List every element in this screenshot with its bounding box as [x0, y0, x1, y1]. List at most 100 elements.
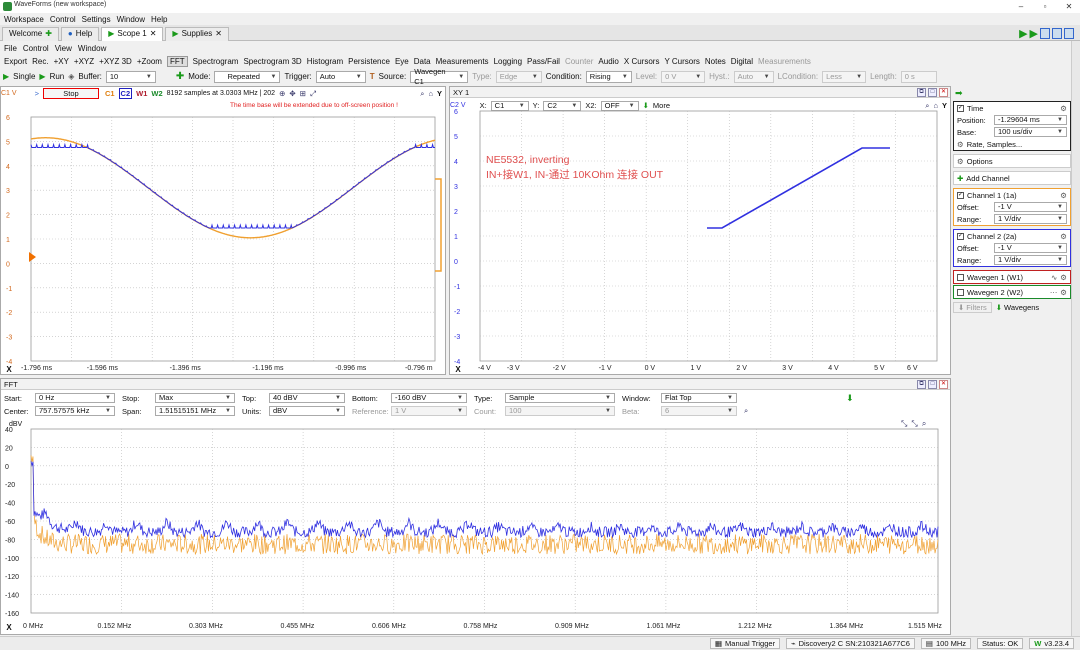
source-select[interactable]: Wavegen C1 ▼ [410, 67, 469, 86]
right-panel-arrow[interactable]: ➡ [955, 88, 963, 99]
close-button[interactable]: ✕ [1058, 0, 1080, 13]
settings-icon[interactable]: ⚙ [1060, 104, 1067, 113]
x-axis-button[interactable]: X [452, 365, 464, 374]
close-tab-icon[interactable]: ✕ [150, 27, 157, 41]
add-channel-section[interactable]: ✚ Add Channel [953, 171, 1071, 185]
data-button[interactable]: Data [414, 57, 431, 66]
menu-workspace[interactable]: Workspace [4, 15, 44, 24]
persistence-button[interactable]: Persistence [348, 57, 390, 66]
tab-welcome[interactable]: Welcome ✚ [2, 26, 59, 41]
measurements-button[interactable]: Measurements [436, 57, 489, 66]
settings-icon[interactable]: ⚙ [1060, 273, 1067, 282]
export-button[interactable]: Export [4, 57, 27, 66]
menu-control[interactable]: Control [50, 15, 76, 24]
fft-button[interactable]: FFT [166, 56, 188, 67]
run-all-icon[interactable]: ▶ [1019, 27, 1027, 40]
right-panel: ✓ Time ⚙ Position: -1.29604 ms ▼ Base: 100 us… [953, 101, 1071, 313]
audio-button[interactable]: Audio [598, 57, 618, 66]
menu-window[interactable]: Window [78, 44, 106, 53]
trigger-select[interactable]: Auto ▼ [315, 70, 366, 83]
buffer-input[interactable]: 10 ▼ [105, 70, 156, 83]
single-icon[interactable]: ▶ [3, 72, 9, 81]
maximize-button[interactable]: ▫ [1034, 0, 1056, 13]
menu-settings[interactable]: Settings [82, 15, 111, 24]
add-xyz-button[interactable]: +XYZ [74, 57, 94, 66]
ch2-range-input[interactable]: 1 V/div ▼ [994, 255, 1067, 265]
tab-supplies[interactable]: ▶ Supplies ✕ [165, 26, 229, 41]
run-all-alt-icon[interactable]: ▶ [1030, 27, 1038, 40]
options-section[interactable]: ⚙ Options [953, 154, 1071, 168]
manual-trigger-button[interactable]: ▦ Manual Trigger [709, 638, 781, 649]
position-input[interactable]: -1.29604 ms ▼ [994, 115, 1067, 125]
tab-scope-1[interactable]: ▶ Scope 1 ✕ [101, 26, 164, 41]
x-axis-button[interactable]: X [3, 365, 15, 374]
checkbox-icon[interactable]: ✓ [957, 191, 964, 199]
ch1-range-input[interactable]: 1 V/div ▼ [994, 214, 1067, 224]
histogram-button[interactable]: Histogram [307, 57, 343, 66]
x-cursors-button[interactable]: X Cursors [624, 57, 660, 66]
menu-control[interactable]: Control [23, 44, 49, 53]
settings-icon[interactable]: ⚙ [1060, 232, 1067, 241]
settings-icon[interactable]: ⚙ [1060, 191, 1067, 200]
rate-samples-label: Rate, Samples... [966, 139, 1023, 149]
measurements-tab-button[interactable]: Measurements [758, 57, 811, 66]
ch2-offset-input[interactable]: -1 V ▼ [994, 243, 1067, 253]
level-input[interactable]: 0 V ▼ [661, 70, 706, 83]
single-button[interactable]: Single [13, 72, 35, 81]
options-label: Options [966, 156, 993, 166]
menu-window[interactable]: Window [117, 15, 145, 24]
spectrogram3d-button[interactable]: Spectrogram 3D [243, 57, 301, 66]
notes-button[interactable]: Notes [705, 57, 726, 66]
mode-select[interactable]: Repeated ▼ [214, 70, 281, 83]
minimize-button[interactable]: – [1010, 0, 1032, 13]
wavegens-button[interactable]: ⬇ Wavegens [996, 303, 1039, 312]
doc2-icon[interactable] [1052, 28, 1062, 39]
checkbox-icon[interactable] [957, 288, 964, 296]
lcondition-select[interactable]: Less ▼ [822, 70, 867, 83]
base-input[interactable]: 100 us/div ▼ [994, 127, 1067, 137]
layout-icon[interactable] [1064, 28, 1074, 39]
checkbox-icon[interactable]: ✓ [957, 232, 964, 240]
close-tab-icon[interactable]: ✕ [215, 27, 222, 41]
type-select[interactable]: Edge ▼ [495, 70, 542, 83]
doc-icon[interactable] [1040, 28, 1050, 39]
time-header[interactable]: ✓ Time ⚙ [954, 102, 1070, 114]
tab-label: Help [75, 29, 93, 38]
right-scrollbar[interactable] [1071, 41, 1080, 636]
version-info[interactable]: Wv3.23.4 [1029, 638, 1074, 649]
length-input[interactable]: 0 s [900, 70, 937, 83]
passfail-button[interactable]: Pass/Fail [527, 57, 560, 66]
checkbox-icon[interactable] [957, 273, 964, 281]
condition-select[interactable]: Rising ▼ [585, 70, 632, 83]
hyst-input[interactable]: Auto ▼ [733, 70, 774, 83]
menu-help[interactable]: Help [151, 15, 167, 24]
run-icon[interactable]: ▶ [39, 72, 45, 81]
logging-button[interactable]: Logging [494, 57, 522, 66]
ch1-offset-input[interactable]: -1 V ▼ [994, 202, 1067, 212]
spectrogram-button[interactable]: Spectrogram [193, 57, 239, 66]
add-icon[interactable]: ✚ [176, 71, 184, 82]
tab-help[interactable]: ● Help [60, 26, 100, 41]
add-xy-button[interactable]: +XY [54, 57, 69, 66]
rate-samples-button[interactable]: ⚙ Rate, Samples... [954, 138, 1070, 150]
y-cursors-button[interactable]: Y Cursors [664, 57, 699, 66]
device-info[interactable]: ⌁ Discovery2 C SN:210321A677C6 [786, 638, 915, 649]
filters-button[interactable]: ⬇ Filters [953, 302, 992, 313]
menu-file[interactable]: File [4, 44, 17, 53]
clock-info[interactable]: ▤ 100 MHz [920, 638, 972, 649]
counter-button[interactable]: Counter [565, 57, 593, 66]
eye-button[interactable]: Eye [395, 57, 409, 66]
trigger-icon[interactable]: T [370, 72, 375, 81]
x-axis-button[interactable]: X [3, 623, 15, 632]
rec-button[interactable]: Rec. [32, 57, 48, 66]
manual-trigger-label: Manual Trigger [725, 638, 776, 648]
settings-icon[interactable]: ⚙ [1060, 288, 1067, 297]
add-xyz3d-button[interactable]: +XYZ 3D [99, 57, 132, 66]
hyst-label: Hyst.: [709, 72, 730, 81]
menu-view[interactable]: View [55, 44, 72, 53]
run-button[interactable]: Run [50, 72, 65, 81]
add-zoom-button[interactable]: +Zoom [137, 57, 162, 66]
digital-button[interactable]: Digital [731, 57, 753, 66]
x-tick-label: -1.796 ms [21, 365, 53, 372]
checkbox-icon[interactable]: ✓ [957, 104, 964, 112]
